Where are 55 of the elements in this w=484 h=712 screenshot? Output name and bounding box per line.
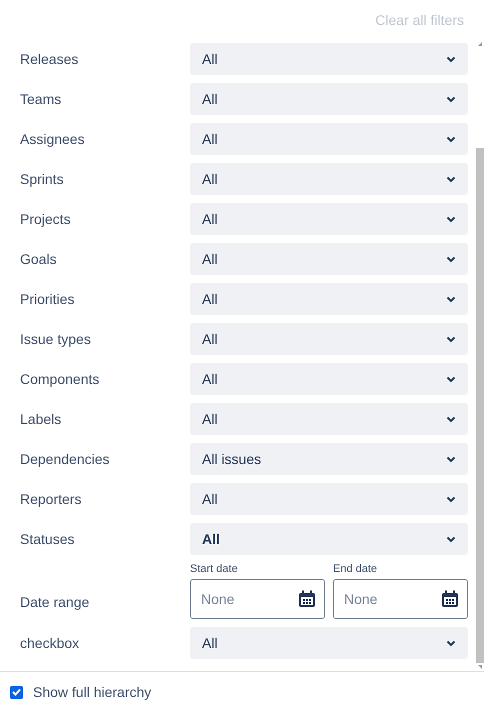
chevron-down-icon [446,256,456,262]
scroll-up-arrow-icon[interactable] [476,40,484,48]
filter-label: Teams [20,91,62,107]
date-field[interactable]: None [190,579,325,619]
filter-dropdown[interactable]: All [190,323,468,355]
chevron-down-icon [446,376,456,382]
filter-dropdown[interactable]: All [190,43,468,75]
chevron-down-icon [446,640,456,646]
date-input[interactable]: None [199,590,279,608]
date-field-label: End date [333,563,378,575]
filter-dropdown[interactable]: All [190,163,468,195]
checkbox-label: Show full hierarchy [33,684,152,700]
scroll-down-arrow-icon[interactable] [476,663,484,671]
filter-label: Releases [20,51,80,67]
filter-dropdown[interactable]: All [190,123,468,155]
chevron-down-icon [446,416,456,422]
filter-label: Labels [20,411,62,427]
filter-dropdown[interactable]: All [190,83,468,115]
filter-label: Assignees [20,131,86,147]
chevron-down-icon [446,216,456,222]
filter-label: checkbox [20,635,80,651]
filter-dropdown[interactable]: All [190,283,468,315]
filter-dropdown[interactable]: All issues [190,443,468,475]
filter-dropdown[interactable]: All [190,523,468,555]
chevron-down-icon [446,136,456,142]
filter-label: Goals [20,251,58,267]
calendar-icon [441,590,459,608]
chevron-down-icon [446,536,456,542]
chevron-down-icon [446,496,456,502]
calendar-icon [298,590,316,608]
date-input[interactable]: None [342,590,422,608]
filter-label: Date range [20,593,90,610]
filter-label: Statuses [20,531,76,547]
chevron-down-icon [446,296,456,302]
date-field-label: Start date [190,563,239,575]
filter-dropdown[interactable]: All [190,483,468,515]
filter-dropdown[interactable]: All [190,363,468,395]
chevron-down-icon [446,176,456,182]
filter-label: Dependencies [20,451,111,467]
filter-dropdown[interactable]: All [190,403,468,435]
chevron-down-icon [446,456,456,462]
filter-label: Projects [20,211,72,227]
filter-label: Components [20,371,100,387]
filter-dropdown[interactable]: All [190,243,468,275]
filter-label: Sprints [20,171,65,187]
chevron-down-icon [446,56,456,62]
filter-label: Priorities [20,291,76,307]
filter-label: Issue types [20,331,92,347]
checkbox[interactable] [10,686,23,698]
filter-dropdown[interactable]: All [190,627,468,659]
date-field[interactable]: None [333,579,468,619]
filter-label: Reporters [20,491,82,507]
chevron-down-icon [446,96,456,102]
chevron-down-icon [446,336,456,342]
filter-dropdown[interactable]: All [190,203,468,235]
